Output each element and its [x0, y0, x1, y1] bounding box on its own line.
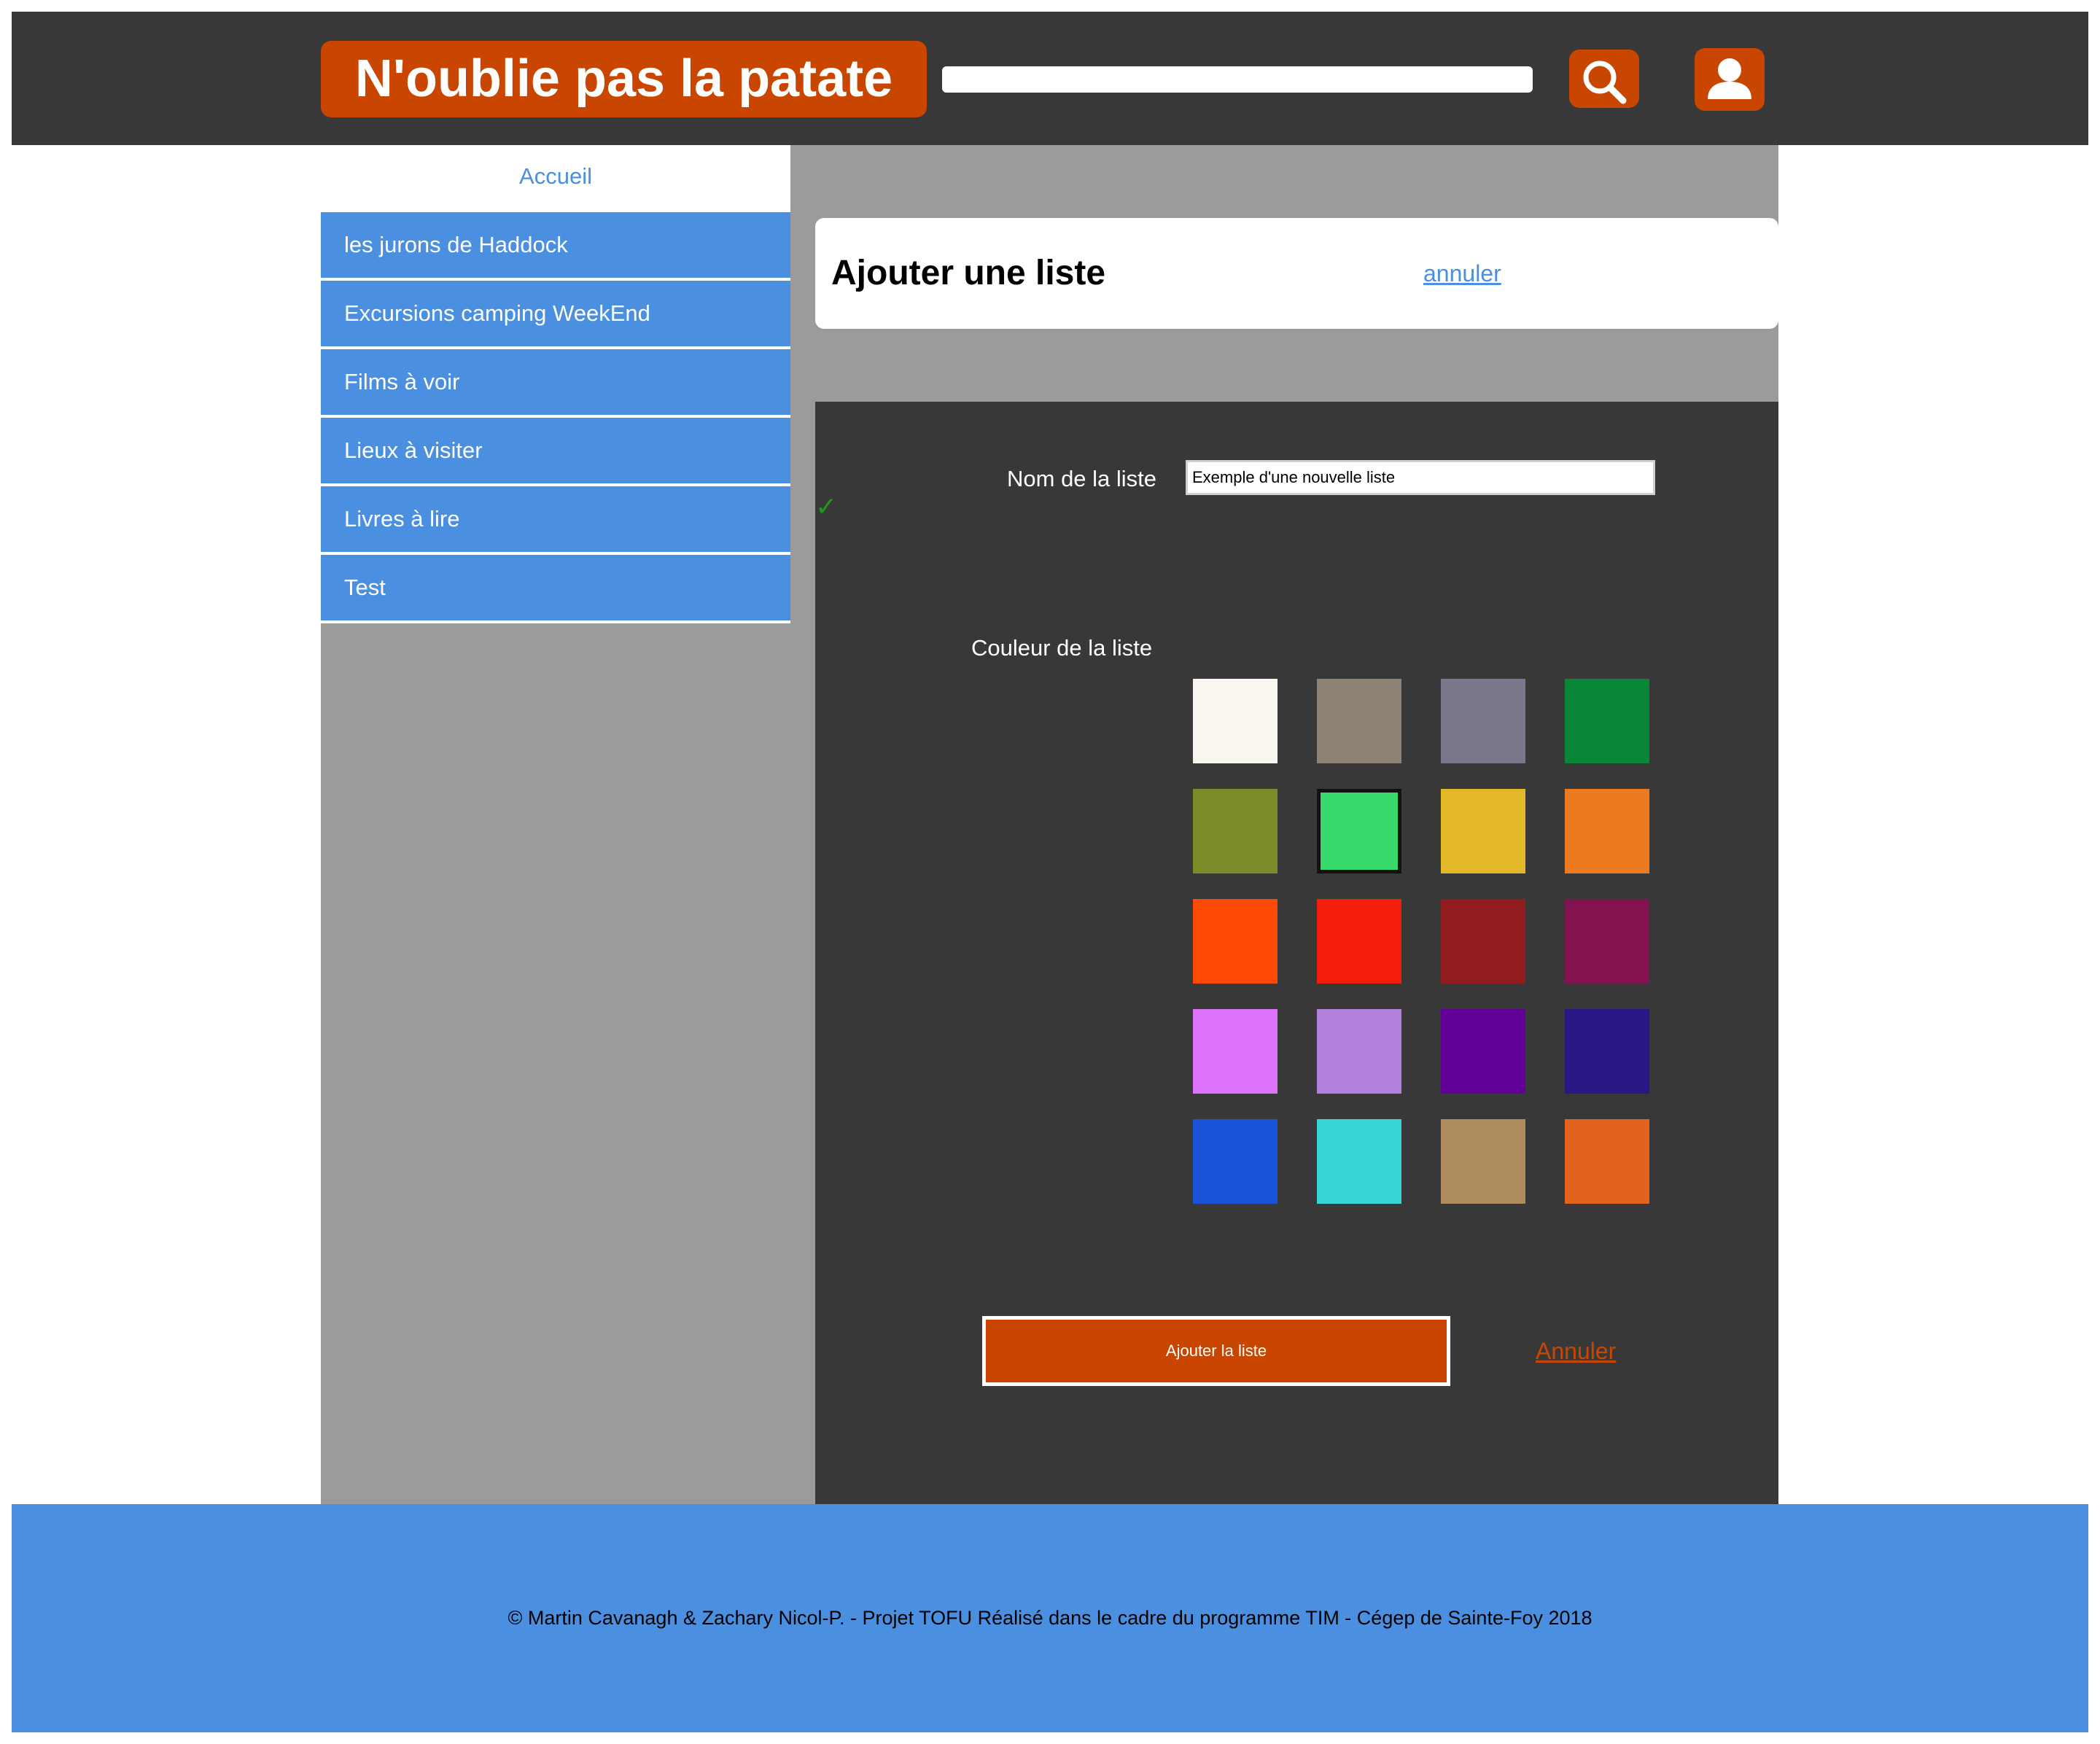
- sidebar-item-excursions-camping[interactable]: Excursions camping WeekEnd: [321, 281, 790, 349]
- title-card: Ajouter une liste annuler: [815, 218, 1778, 329]
- color-swatch[interactable]: [1441, 899, 1525, 984]
- list-navigation: les jurons de Haddock Excursions camping…: [321, 212, 790, 623]
- search-icon: [1583, 61, 1627, 104]
- sidebar-item-test[interactable]: Test: [321, 555, 790, 623]
- main-area: Accueil les jurons de Haddock Excursions…: [321, 145, 1778, 1504]
- color-swatch[interactable]: [1565, 789, 1649, 873]
- search-button[interactable]: [1569, 50, 1639, 108]
- color-swatch[interactable]: [1565, 1119, 1649, 1204]
- add-list-button[interactable]: Ajouter la liste: [982, 1316, 1450, 1386]
- sidebar-item-films[interactable]: Films à voir: [321, 349, 790, 418]
- sidebar: Accueil les jurons de Haddock Excursions…: [321, 145, 815, 1504]
- color-swatch[interactable]: [1441, 679, 1525, 763]
- content-area: Ajouter une liste annuler Nom de la list…: [815, 145, 1778, 1504]
- color-swatch[interactable]: [1565, 679, 1649, 763]
- sidebar-header: Accueil: [321, 145, 790, 212]
- header: N'oublie pas la patate: [12, 12, 2088, 145]
- color-swatch[interactable]: [1565, 899, 1649, 984]
- color-swatch[interactable]: [1441, 789, 1525, 873]
- color-swatch[interactable]: [1317, 789, 1401, 873]
- color-swatch[interactable]: [1317, 1009, 1401, 1094]
- site-logo[interactable]: N'oublie pas la patate: [321, 41, 927, 117]
- color-swatch[interactable]: [1193, 789, 1278, 873]
- color-swatch[interactable]: [1193, 1009, 1278, 1094]
- footer: © Martin Cavanagh & Zachary Nicol-P. - P…: [12, 1504, 2088, 1732]
- color-swatch[interactable]: [1441, 1119, 1525, 1204]
- page-title: Ajouter une liste: [831, 254, 1106, 292]
- color-swatch[interactable]: [1193, 899, 1278, 984]
- list-name-input[interactable]: [1186, 460, 1655, 495]
- cancel-link-bottom[interactable]: Annuler: [1536, 1338, 1616, 1365]
- footer-copyright: © Martin Cavanagh & Zachary Nicol-P. - P…: [508, 1607, 1592, 1629]
- sidebar-item-livres[interactable]: Livres à lire: [321, 486, 790, 555]
- color-swatch[interactable]: [1565, 1009, 1649, 1094]
- sidebar-item-lieux[interactable]: Lieux à visiter: [321, 418, 790, 486]
- color-swatch[interactable]: [1193, 1119, 1278, 1204]
- user-icon: [1708, 58, 1751, 99]
- color-swatch[interactable]: [1317, 899, 1401, 984]
- valid-check-icon: ✓: [815, 491, 838, 521]
- search-input[interactable]: [942, 66, 1533, 93]
- home-link[interactable]: Accueil: [321, 145, 790, 212]
- color-swatch[interactable]: [1317, 679, 1401, 763]
- list-color-label: Couleur de la liste: [971, 635, 1153, 661]
- sidebar-item-jurons-haddock[interactable]: les jurons de Haddock: [321, 212, 790, 281]
- user-account-button[interactable]: [1695, 48, 1765, 111]
- color-swatch[interactable]: [1317, 1119, 1401, 1204]
- color-swatch[interactable]: [1441, 1009, 1525, 1094]
- add-list-form: Nom de la liste ✓ Couleur de la liste Aj…: [815, 402, 1778, 1504]
- color-swatch[interactable]: [1193, 679, 1278, 763]
- list-name-label: Nom de la liste: [1007, 466, 1157, 491]
- page: N'oublie pas la patate Accueil les juron…: [12, 12, 2088, 1732]
- cancel-link-top[interactable]: annuler: [1423, 218, 1501, 329]
